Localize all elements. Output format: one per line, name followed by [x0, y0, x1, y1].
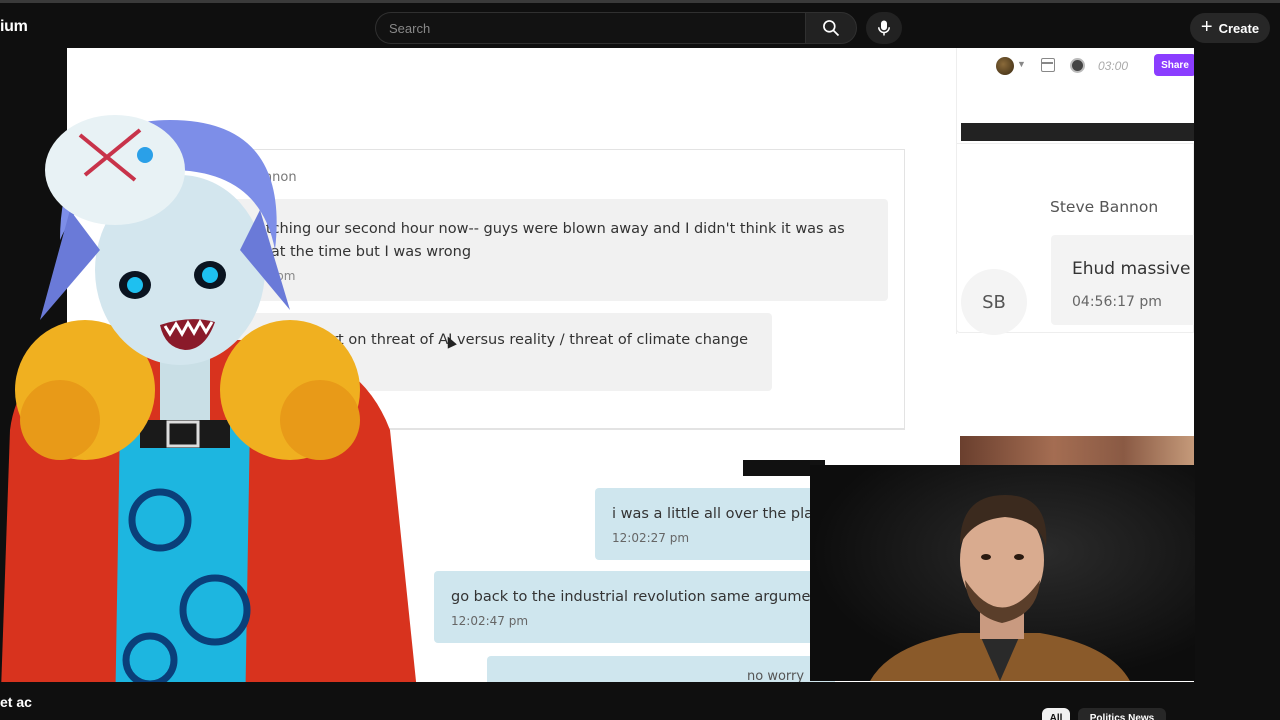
- thumbnail-image: [960, 436, 1194, 466]
- message-time: 12:02:27 pm: [612, 531, 690, 545]
- search-icon: [823, 20, 840, 37]
- contact-avatar: SB: [961, 269, 1027, 335]
- sent-bubble: [595, 488, 835, 560]
- timer: 03:00: [1098, 59, 1129, 73]
- avatar[interactable]: [996, 57, 1014, 75]
- sent-message-text: i was a little all over the place: [612, 506, 830, 522]
- video-title-fragment[interactable]: et ac: [0, 694, 32, 710]
- webcam-feed: [810, 465, 1195, 681]
- mic-icon: [878, 20, 890, 36]
- chip-politics-news[interactable]: Politics News: [1078, 708, 1166, 720]
- contact-name: Steve Bannon: [1050, 198, 1159, 216]
- vtuber-avatar: [0, 115, 420, 720]
- redaction-bar: [961, 123, 1194, 141]
- layout-icon[interactable]: [1041, 58, 1055, 72]
- sent-bubble: [434, 571, 835, 643]
- plus-icon: +: [1200, 16, 1213, 38]
- record-icon[interactable]: [1070, 58, 1085, 73]
- brand-logo-text[interactable]: ium: [0, 18, 28, 36]
- sent-message-text: no worry: [747, 669, 805, 682]
- streamer-figure: [870, 495, 1130, 681]
- top-bar: ium Search + Create: [0, 0, 1280, 48]
- sent-message-text: go back to the industrial revolution sam…: [451, 589, 830, 605]
- message-time: 04:56:17 pm: [1072, 294, 1162, 310]
- search-placeholder: Search: [389, 21, 431, 36]
- received-bubble: [1051, 235, 1194, 325]
- share-button[interactable]: Share: [1154, 54, 1194, 76]
- search-button[interactable]: [805, 12, 857, 44]
- chip-all[interactable]: All: [1042, 708, 1070, 720]
- chevron-down-icon[interactable]: ▼: [1017, 59, 1026, 69]
- voice-search-button[interactable]: [866, 12, 902, 44]
- message-preview: Ehud massive: [1072, 259, 1191, 279]
- create-label: Create: [1218, 20, 1260, 36]
- message-time: 12:02:47 pm: [451, 614, 529, 628]
- search-input[interactable]: Search: [375, 12, 805, 44]
- create-button[interactable]: + Create: [1190, 13, 1270, 43]
